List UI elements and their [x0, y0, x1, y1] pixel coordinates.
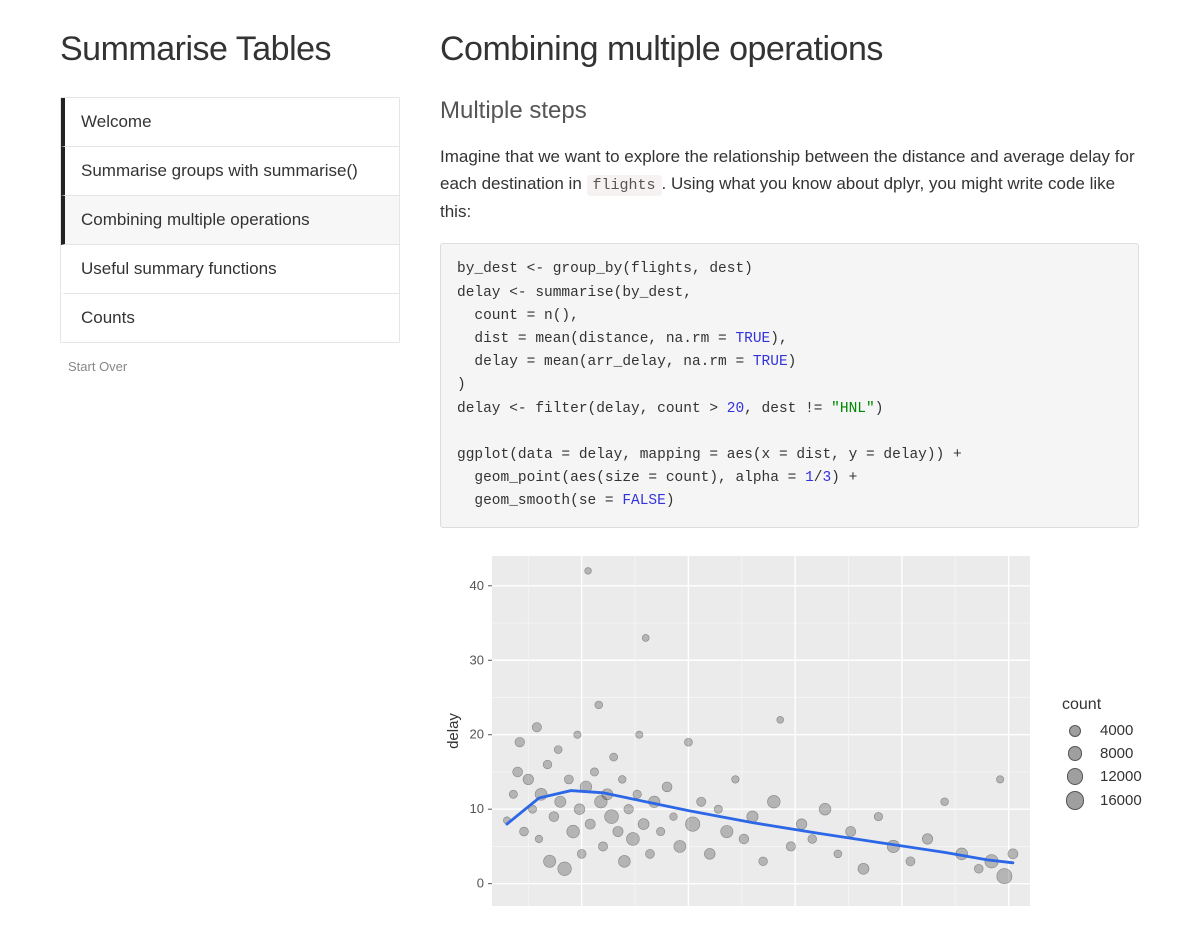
chart-container: 0 10 20 30 40 delay count 4000 8000 12000 16000 — [440, 546, 1139, 921]
svg-text:20: 20 — [470, 727, 484, 742]
legend-entry-0: 4000 — [1062, 722, 1142, 739]
sidebar-title: Summarise Tables — [60, 30, 400, 69]
legend-entry-3: 16000 — [1062, 791, 1142, 810]
nav-item-3[interactable]: Useful summary functions — [61, 245, 399, 294]
svg-text:30: 30 — [470, 653, 484, 668]
intro-paragraph: Imagine that we want to explore the rela… — [440, 143, 1139, 225]
legend-label: 8000 — [1100, 745, 1133, 762]
chart-legend: count 4000 8000 12000 16000 — [1062, 696, 1142, 816]
svg-text:delay: delay — [445, 713, 462, 749]
chart-plot: 0 10 20 30 40 delay — [440, 546, 1040, 921]
legend-label: 16000 — [1100, 792, 1142, 809]
nav-item-1[interactable]: Summarise groups with summarise() — [61, 147, 399, 196]
legend-circle-icon — [1068, 746, 1083, 761]
legend-label: 4000 — [1100, 722, 1133, 739]
section-title: Multiple steps — [440, 97, 1139, 125]
legend-entry-1: 8000 — [1062, 745, 1142, 762]
sidebar: Summarise Tables WelcomeSummarise groups… — [60, 30, 400, 921]
legend-entry-2: 12000 — [1062, 768, 1142, 785]
legend-circle-icon — [1066, 791, 1085, 810]
legend-circle-icon — [1069, 725, 1081, 737]
main-content: Combining multiple operations Multiple s… — [440, 30, 1139, 921]
code-block: by_dest <- group_by(flights, dest) delay… — [440, 243, 1139, 528]
legend-circle-icon — [1067, 768, 1084, 785]
inline-code-flights: flights — [587, 175, 662, 196]
nav-list: WelcomeSummarise groups with summarise()… — [60, 97, 400, 343]
legend-label: 12000 — [1100, 768, 1142, 785]
nav-item-0[interactable]: Welcome — [61, 98, 399, 147]
page-title: Combining multiple operations — [440, 30, 1139, 69]
nav-item-4[interactable]: Counts — [61, 294, 399, 342]
svg-text:10: 10 — [470, 802, 484, 817]
svg-text:40: 40 — [470, 578, 484, 593]
legend-title: count — [1062, 696, 1142, 714]
svg-text:0: 0 — [477, 876, 484, 891]
start-over-link[interactable]: Start Over — [60, 343, 400, 390]
nav-item-2[interactable]: Combining multiple operations — [61, 196, 399, 245]
